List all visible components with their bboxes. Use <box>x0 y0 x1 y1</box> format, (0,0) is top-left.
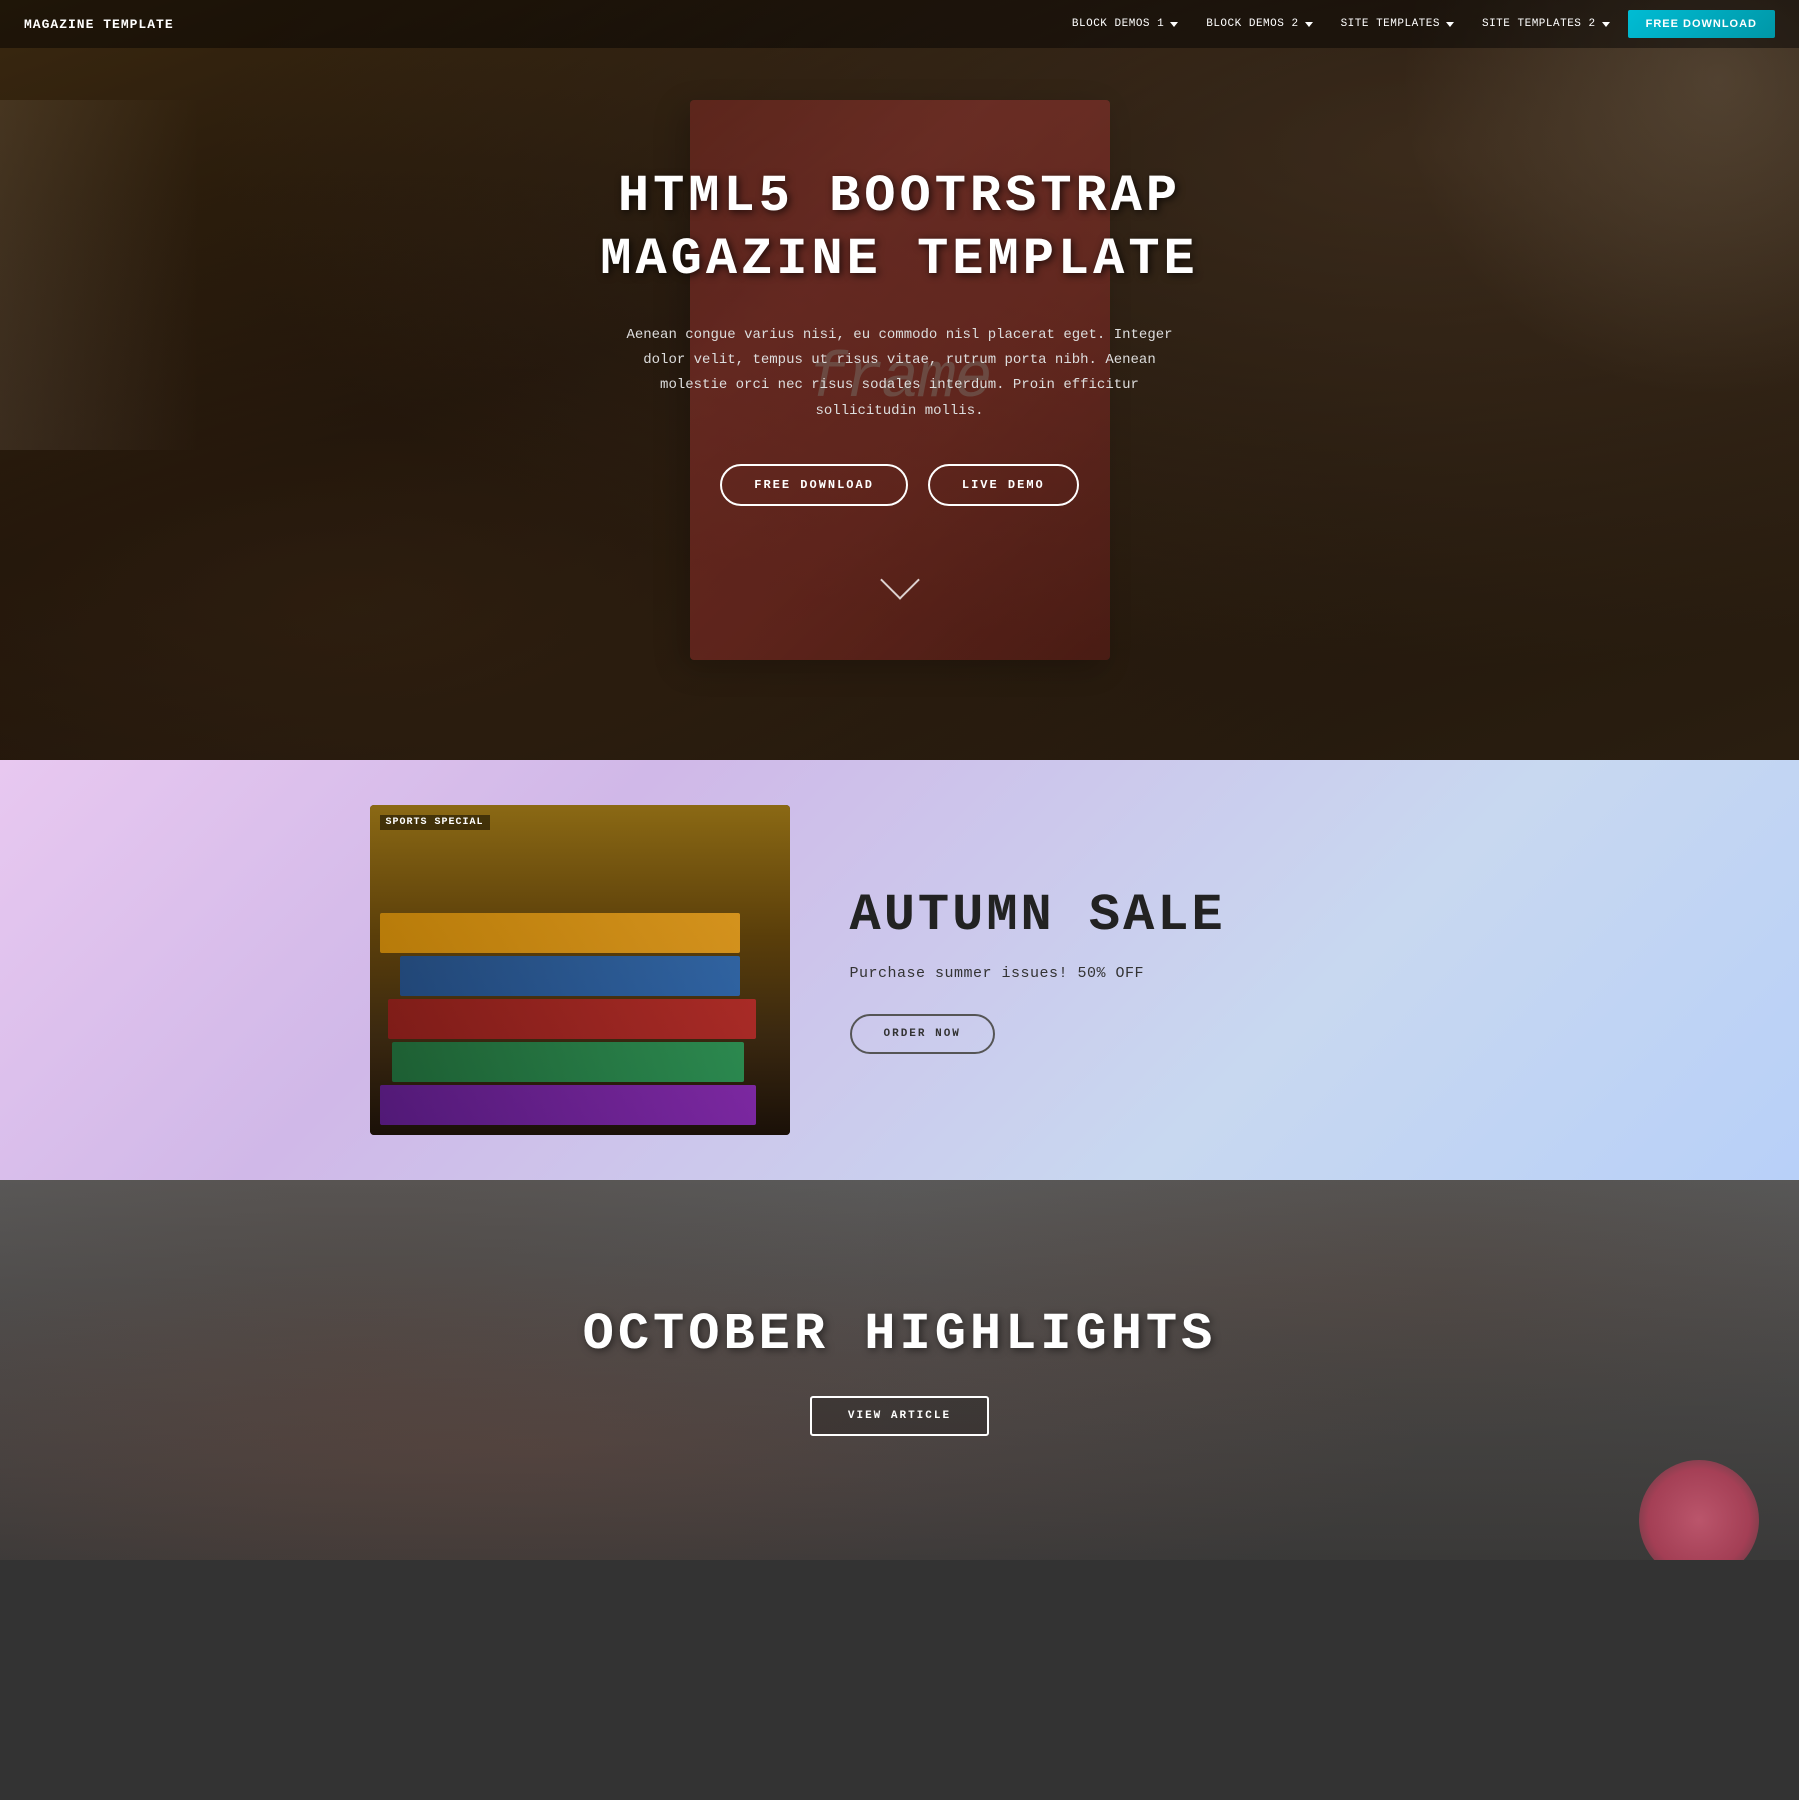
order-now-button[interactable]: ORDER NOW <box>850 1014 995 1054</box>
magazine-item <box>388 999 756 1039</box>
chevron-down-icon <box>1602 22 1610 27</box>
highlights-content: OCTOBER HIGHLIGHTS VIEW ARTICLE <box>583 1305 1217 1436</box>
autumn-magazine-image: SPORTS SPECIAL <box>370 805 790 1135</box>
magazine-item <box>400 956 740 996</box>
autumn-title: AUTUMN SALE <box>850 886 1430 945</box>
autumn-subtitle: Purchase summer issues! 50% OFF <box>850 965 1430 982</box>
chevron-down-icon <box>1446 22 1454 27</box>
free-download-hero-button[interactable]: FREE DOWNLOAD <box>720 464 908 506</box>
nav-block-demos-1[interactable]: BLOCK DEMOS 1 <box>1062 12 1188 36</box>
view-article-button[interactable]: VIEW ARTICLE <box>810 1396 989 1436</box>
free-download-nav-button[interactable]: FREE DOWNLOAD <box>1628 10 1775 38</box>
hero-right-decoration <box>1399 0 1799 400</box>
hero-section: HTML5 BOOTRSTRAP MAGAZINE TEMPLATE Aenea… <box>0 0 1799 760</box>
magazine-label: SPORTS SPECIAL <box>380 815 490 830</box>
magazine-item <box>392 1042 744 1082</box>
nav-site-templates[interactable]: SITE TEMPLATES <box>1331 12 1464 36</box>
magazine-stack <box>370 805 790 1135</box>
hero-left-decoration <box>0 100 200 450</box>
chevron-down-icon <box>1305 22 1313 27</box>
autumn-sale-section: SPORTS SPECIAL AUTUMN SALE Purchase summ… <box>0 760 1799 1180</box>
hero-content: HTML5 BOOTRSTRAP MAGAZINE TEMPLATE Aenea… <box>550 166 1250 594</box>
nav-block-demos-2[interactable]: BLOCK DEMOS 2 <box>1196 12 1322 36</box>
hero-title: HTML5 BOOTRSTRAP MAGAZINE TEMPLATE <box>570 166 1230 291</box>
nav-links: BLOCK DEMOS 1 BLOCK DEMOS 2 SITE TEMPLAT… <box>1062 10 1775 38</box>
hero-description: Aenean congue varius nisi, eu commodo ni… <box>610 323 1190 424</box>
magazine-item <box>380 913 740 953</box>
autumn-content: AUTUMN SALE Purchase summer issues! 50% … <box>850 886 1430 1054</box>
magazine-item <box>380 1085 756 1125</box>
brand-logo[interactable]: MAGAZINE TEMPLATE <box>24 17 174 32</box>
autumn-inner: SPORTS SPECIAL AUTUMN SALE Purchase summ… <box>350 765 1450 1175</box>
live-demo-button[interactable]: LIVE DEMO <box>928 464 1079 506</box>
navbar: MAGAZINE TEMPLATE BLOCK DEMOS 1 BLOCK DE… <box>0 0 1799 48</box>
nav-site-templates-2[interactable]: SITE TEMPLATES 2 <box>1472 12 1620 36</box>
hero-buttons: FREE DOWNLOAD LIVE DEMO <box>570 464 1230 506</box>
highlights-title: OCTOBER HIGHLIGHTS <box>583 1305 1217 1364</box>
highlights-decoration <box>1639 1460 1759 1560</box>
highlights-section: OCTOBER HIGHLIGHTS VIEW ARTICLE <box>0 1180 1799 1560</box>
chevron-down-icon <box>1170 22 1178 27</box>
scroll-down-indicator[interactable] <box>570 566 1230 594</box>
chevron-down-icon <box>880 560 920 600</box>
